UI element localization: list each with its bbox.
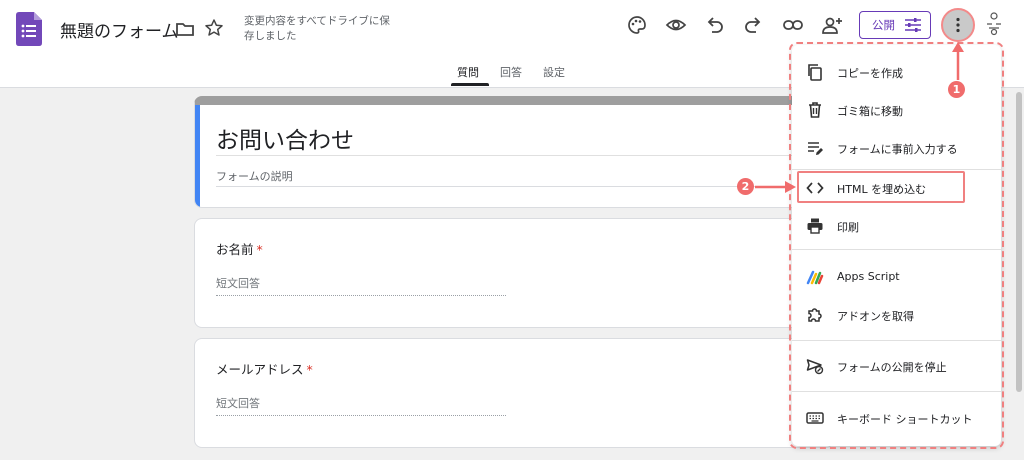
menu-item-keyboard-shortcuts[interactable]: キーボード ショートカット: [792, 401, 1001, 435]
print-icon: [807, 218, 823, 234]
unpublish-icon: [806, 359, 824, 375]
menu-item-label: Apps Script: [837, 270, 900, 283]
menu-item-get-addons[interactable]: アドオンを取得: [792, 298, 1001, 332]
tab-questions[interactable]: 質問: [457, 64, 479, 80]
add-collaborator-icon[interactable]: [821, 14, 843, 36]
folder-icon[interactable]: [175, 19, 195, 39]
account-icon[interactable]: [986, 12, 1002, 36]
form-doc-title[interactable]: 無題のフォーム: [60, 17, 179, 42]
menu-item-label: HTML を埋め込む: [837, 183, 927, 196]
menu-item-label: ゴミ箱に移動: [837, 105, 903, 118]
preview-eye-icon[interactable]: [665, 14, 687, 36]
menu-item-label: フォームの公開を停止: [837, 361, 947, 374]
page-scrollbar-thumb[interactable]: [1016, 92, 1022, 392]
answer-underline: [216, 415, 506, 416]
question-card-email[interactable]: メールアドレス * 短文回答: [194, 338, 834, 448]
answer-underline: [216, 295, 506, 296]
star-icon[interactable]: [204, 18, 224, 38]
menu-item-make-copy[interactable]: コピーを作成: [792, 55, 1001, 89]
publish-button[interactable]: 公開: [859, 11, 931, 39]
forms-logo-icon[interactable]: [16, 12, 42, 46]
palette-icon[interactable]: [626, 14, 648, 36]
undo-icon[interactable]: [704, 14, 726, 36]
required-mark: *: [306, 362, 313, 377]
copy-icon: [808, 64, 822, 81]
more-vert-icon: [956, 17, 960, 33]
question-label: お名前 *: [216, 242, 263, 257]
menu-item-prefill[interactable]: フォームに事前入力する: [792, 131, 1001, 165]
embed-code-icon: [806, 182, 824, 194]
menu-item-unpublish[interactable]: フォームの公開を停止: [792, 349, 1001, 383]
menu-item-print[interactable]: 印刷: [792, 209, 1001, 243]
menu-item-label: キーボード ショートカット: [837, 413, 973, 426]
menu-item-label: 印刷: [837, 221, 859, 234]
save-status: 変更内容をすべてドライブに保存しました: [244, 15, 390, 42]
menu-divider: [792, 340, 1001, 341]
question-card-name[interactable]: お名前 * 短文回答: [194, 218, 834, 328]
step-1-badge: 1: [948, 81, 965, 98]
step-2-badge: 2: [737, 178, 754, 195]
form-description-input[interactable]: フォームの説明: [216, 168, 293, 184]
active-card-accent: [195, 105, 200, 207]
trash-icon: [809, 102, 821, 118]
more-options-menu: コピーを作成 ゴミ箱に移動 フォームに事前入力する HTML を埋め込む 印刷: [792, 45, 1001, 446]
publish-label: 公開: [872, 18, 895, 32]
description-underline: [216, 186, 796, 187]
menu-divider: [792, 169, 1001, 170]
prefill-icon: [808, 142, 823, 155]
menu-divider: [792, 249, 1001, 250]
tab-responses[interactable]: 回答: [500, 64, 522, 80]
short-answer-placeholder: 短文回答: [216, 397, 260, 410]
link-icon[interactable]: [782, 14, 804, 36]
menu-item-label: コピーを作成: [837, 67, 903, 80]
menu-item-move-to-trash[interactable]: ゴミ箱に移動: [792, 93, 1001, 127]
addon-puzzle-icon: [808, 308, 822, 322]
short-answer-placeholder: 短文回答: [216, 277, 260, 290]
menu-item-label: フォームに事前入力する: [837, 143, 958, 156]
apps-script-icon: [806, 270, 824, 285]
menu-item-embed-html[interactable]: HTML を埋め込む: [792, 171, 1001, 205]
active-tab-indicator: [451, 83, 489, 86]
tune-icon: [905, 18, 921, 32]
keyboard-icon: [806, 412, 824, 424]
menu-item-label: アドオンを取得: [837, 310, 914, 323]
title-divider: [216, 155, 796, 156]
tab-settings[interactable]: 設定: [543, 64, 565, 80]
required-mark: *: [256, 242, 263, 257]
form-title[interactable]: お問い合わせ: [216, 121, 354, 155]
menu-item-apps-script[interactable]: Apps Script: [792, 260, 1001, 294]
more-options-button[interactable]: [941, 8, 975, 42]
question-label: メールアドレス *: [216, 362, 313, 377]
redo-icon[interactable]: [742, 14, 764, 36]
menu-divider: [792, 391, 1001, 392]
